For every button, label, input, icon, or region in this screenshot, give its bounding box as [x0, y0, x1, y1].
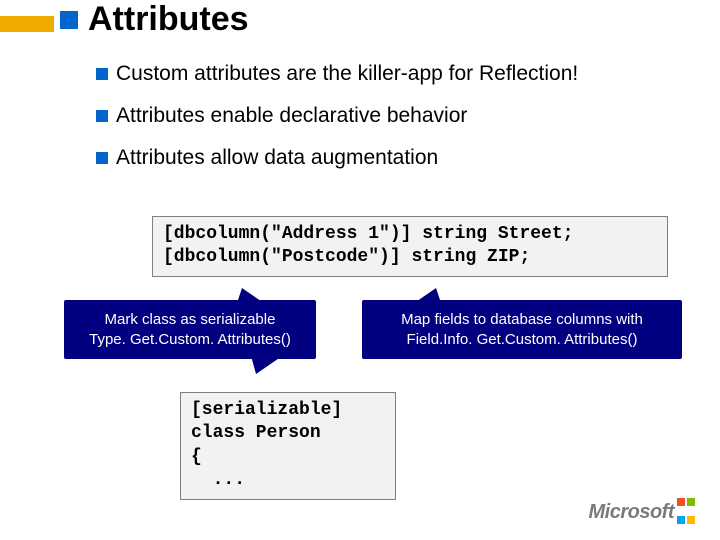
bullet-list: Custom attributes are the killer-app for… [96, 62, 578, 188]
microsoft-logo: Microsoft [589, 494, 697, 530]
callout-map-fields: Map fields to database columns with Fiel… [362, 300, 682, 359]
accent-bar [0, 16, 54, 32]
code-box-class: [serializable] class Person { ... [180, 392, 396, 500]
bullet-text: Attributes enable declarative behavior [116, 104, 467, 128]
microsoft-flag-icon [676, 494, 696, 530]
bullet-item: Attributes enable declarative behavior [96, 104, 578, 128]
bullet-icon [96, 152, 108, 164]
bullet-text: Attributes allow data augmentation [116, 146, 438, 170]
bullet-item: Custom attributes are the killer-app for… [96, 62, 578, 86]
title-bullet-icon [60, 11, 78, 29]
bullet-icon [96, 110, 108, 122]
callout-line: Field.Info. Get.Custom. Attributes() [370, 330, 674, 350]
callout-line: Map fields to database columns with [370, 310, 674, 330]
callout-line: Type. Get.Custom. Attributes() [72, 330, 308, 350]
callout-line: Mark class as serializable [72, 310, 308, 330]
callout-serializable: Mark class as serializable Type. Get.Cus… [64, 300, 316, 359]
callout-tail-icon [250, 352, 288, 374]
bullet-icon [96, 68, 108, 80]
microsoft-logo-text: Microsoft [589, 501, 675, 524]
code-box-fields: [dbcolumn("Address 1")] string Street; [… [152, 216, 668, 277]
title-row: Attributes [60, 0, 249, 39]
bullet-text: Custom attributes are the killer-app for… [116, 62, 578, 86]
bullet-item: Attributes allow data augmentation [96, 146, 578, 170]
slide-title: Attributes [88, 0, 249, 39]
